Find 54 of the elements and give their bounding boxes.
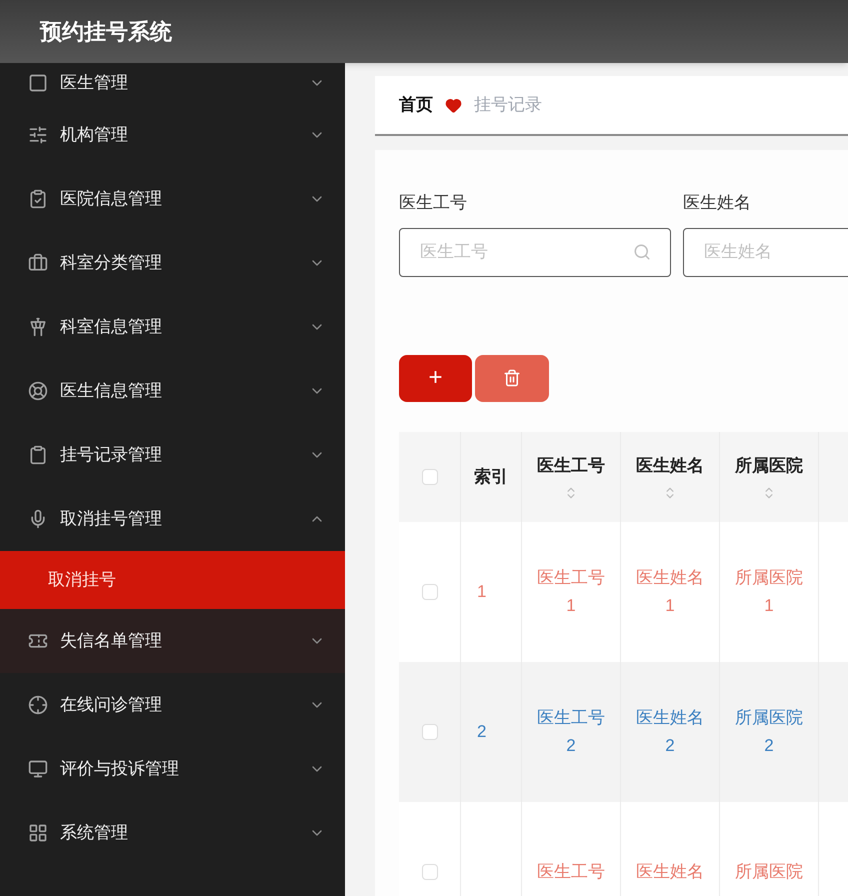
checkbox[interactable] <box>422 864 438 880</box>
sidebar-menu-item[interactable]: 医院信息管理 <box>0 167 345 231</box>
monitor-icon <box>28 759 48 779</box>
table-cell-text: 医生姓名 2 <box>636 706 704 756</box>
search-icon <box>633 242 651 260</box>
sidebar-menu-item[interactable]: 取消挂号管理 <box>0 487 345 551</box>
breadcrumb-home[interactable]: 首页 <box>399 92 433 118</box>
table-cell-text: 所属医院 1 <box>735 566 803 616</box>
crosshair-icon <box>28 695 48 715</box>
table-cell-text: 医生工号 1 <box>537 566 605 616</box>
table-cell-text: 1 <box>477 580 486 602</box>
add-button[interactable]: + <box>399 354 472 402</box>
checkbox[interactable] <box>422 724 438 740</box>
lifebuoy-icon <box>28 381 48 401</box>
field-label: 医生姓名 <box>683 192 752 214</box>
column-header[interactable]: 所属医院 <box>735 452 803 478</box>
table-cell-text: 所属医院 2 <box>735 706 803 756</box>
table-cell-text: 医生姓名 <box>636 860 704 882</box>
heart-icon <box>445 96 462 114</box>
trash-icon <box>503 369 521 387</box>
sidebar-menu-item[interactable]: 系统管理 <box>0 801 345 865</box>
table-cell-text: 医生工号 2 <box>537 706 605 756</box>
sidebar-menu-item[interactable]: 挂号记录管理 <box>0 423 345 487</box>
table-cell-text: 2 <box>477 720 486 742</box>
table-cell-text: 医生姓名 1 <box>636 566 704 616</box>
sidebar-menu-item[interactable]: 机构管理 <box>0 103 345 167</box>
checkbox[interactable] <box>422 584 438 600</box>
sidebar-menu-item[interactable]: 评价与投诉管理 <box>0 737 345 801</box>
column-header[interactable]: 医生姓名 <box>636 452 704 478</box>
search-field[interactable]: 医生姓名 <box>683 228 848 276</box>
sidebar-menu-item[interactable]: 医生信息管理 <box>0 359 345 423</box>
sidebar-menu-item[interactable]: 科室分类管理 <box>0 231 345 295</box>
table-cell-text: 医生工号 <box>537 860 605 882</box>
sidebar-menu-item[interactable]: 失信名单管理 <box>0 609 345 673</box>
field-label: 医生工号 <box>399 192 468 214</box>
submenu-item[interactable]: 取消挂号 <box>0 551 345 609</box>
briefcase-icon <box>28 253 48 273</box>
clipboard-check-icon <box>28 189 48 209</box>
column-header[interactable]: 索引 <box>474 464 508 490</box>
breadcrumb-current: 挂号记录 <box>474 94 542 116</box>
grid-icon <box>28 823 48 843</box>
sidebar-menu-item[interactable]: 在线问诊管理 <box>0 673 345 737</box>
table-cell-text: 所属医院 <box>735 860 803 882</box>
app-title: 预约挂号系统 <box>40 18 172 46</box>
clipboard-icon <box>28 445 48 465</box>
checkbox[interactable] <box>422 468 438 484</box>
square-icon <box>28 73 48 93</box>
delete-button[interactable] <box>475 354 549 402</box>
sidebar-menu-item[interactable]: 医生管理 <box>0 63 345 103</box>
search-field[interactable]: 医生工号 <box>399 228 671 276</box>
sidebar-menu-item[interactable]: 科室信息管理 <box>0 295 345 359</box>
column-header[interactable]: 医生工号 <box>537 452 605 478</box>
tower-icon <box>28 317 48 337</box>
sliders-icon <box>28 125 48 145</box>
